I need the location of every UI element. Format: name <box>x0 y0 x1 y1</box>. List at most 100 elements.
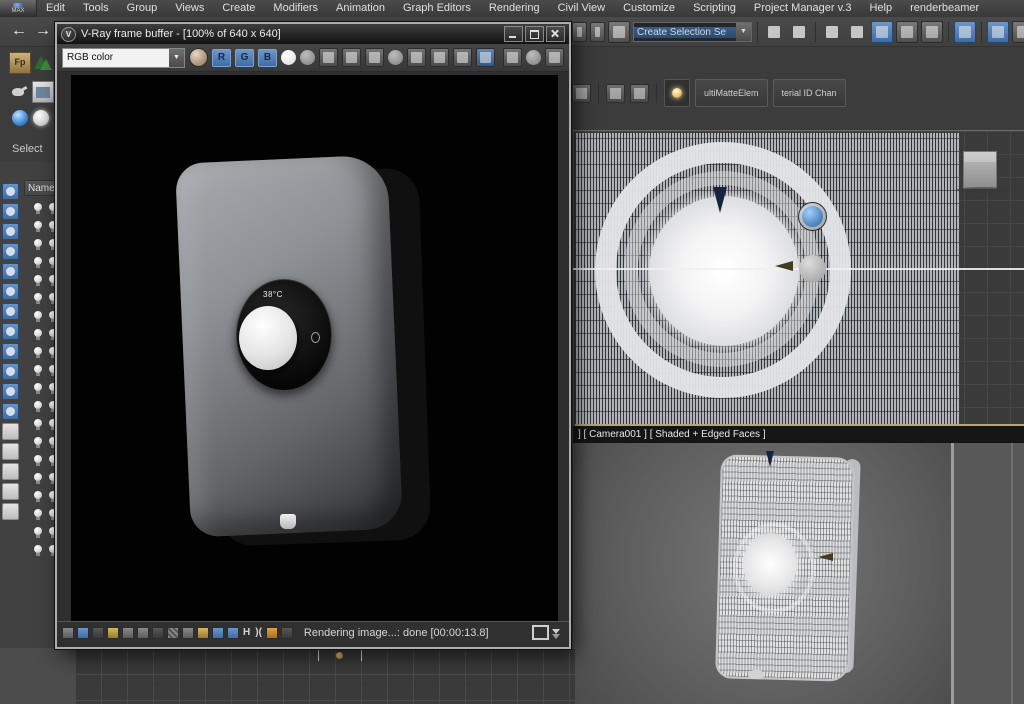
vfb-status-icon[interactable] <box>152 627 164 639</box>
light-target-arrow[interactable] <box>713 187 727 213</box>
viewport-splitter[interactable] <box>951 443 1024 704</box>
vfb-status-icon[interactable] <box>266 627 278 639</box>
minimize-button[interactable] <box>504 26 523 42</box>
max-application-button[interactable]: MAX <box>0 0 37 17</box>
close-button[interactable] <box>546 26 565 42</box>
display-filter-icon[interactable] <box>2 383 19 400</box>
red-channel-toggle[interactable]: R <box>212 49 231 67</box>
track-mouse-icon[interactable] <box>430 48 449 67</box>
display-filter-icon[interactable] <box>2 283 19 300</box>
save-image-icon[interactable] <box>319 48 338 67</box>
display-filter-icon[interactable] <box>2 323 19 340</box>
region-render-icon[interactable] <box>476 48 495 67</box>
display-filter-icon[interactable] <box>2 463 19 480</box>
maximize-button[interactable] <box>525 26 544 42</box>
bitmap-icon[interactable] <box>32 81 54 103</box>
viewport-top-view[interactable] <box>573 130 1024 427</box>
selection-set-dropdown[interactable]: Create Selection Se ▼ <box>633 22 752 42</box>
named-selection-sets-icon[interactable] <box>608 21 630 43</box>
render-teapot-icon[interactable] <box>545 48 564 67</box>
vray-k-icon[interactable] <box>388 50 403 65</box>
menu-item-project-manager-v3[interactable]: Project Manager v.3 <box>745 0 861 17</box>
expand-vfb-icon[interactable] <box>532 625 549 640</box>
copy-to-clipboard-icon[interactable] <box>365 48 384 67</box>
stop-render-icon[interactable] <box>526 50 541 65</box>
help-icon[interactable] <box>630 84 649 103</box>
vfb-status-icon[interactable] <box>227 627 239 639</box>
schematic-view-icon[interactable] <box>921 21 943 43</box>
display-filter-icon[interactable] <box>2 343 19 360</box>
menu-item-edit[interactable]: Edit <box>37 0 74 17</box>
redo-icon[interactable]: → <box>32 20 54 42</box>
white-light-icon[interactable] <box>33 110 49 126</box>
menu-item-renderbeamer[interactable]: renderbeamer <box>901 0 988 17</box>
menu-item-views[interactable]: Views <box>166 0 213 17</box>
display-filter-icon[interactable] <box>2 503 19 520</box>
vfb-title-bar[interactable]: V V-Ray frame buffer - [100% of 640 x 64… <box>57 24 569 44</box>
vfb-status-icon[interactable] <box>77 627 89 639</box>
graphite-modeling-icon[interactable] <box>846 21 868 43</box>
dropdown-arrow-icon[interactable]: ▼ <box>736 23 751 41</box>
select-link-icon[interactable] <box>572 22 587 42</box>
display-filter-icon[interactable] <box>2 263 19 280</box>
teapot-render-icon[interactable] <box>9 81 29 101</box>
menu-item-animation[interactable]: Animation <box>327 0 394 17</box>
multimatte-element-button[interactable]: ultiMatteElem <box>695 79 768 107</box>
material-sample-icon[interactable] <box>798 202 827 231</box>
vfb-status-icon[interactable] <box>137 627 149 639</box>
vfb-rendered-image[interactable]: 38°C <box>71 75 558 626</box>
vfb-status-icon[interactable] <box>167 627 179 639</box>
display-filter-icon[interactable] <box>2 243 19 260</box>
menu-item-modifiers[interactable]: Modifiers <box>264 0 327 17</box>
manage-layers-icon[interactable] <box>821 21 843 43</box>
menu-item-group[interactable]: Group <box>118 0 167 17</box>
compare-images-icon[interactable] <box>407 48 426 67</box>
vfb-status-icon[interactable] <box>92 627 104 639</box>
load-image-icon[interactable] <box>342 48 361 67</box>
render-last-icon[interactable] <box>453 48 472 67</box>
unlink-icon[interactable] <box>590 22 605 42</box>
display-filter-icon[interactable] <box>2 423 19 440</box>
viewport-bottom-grid[interactable] <box>75 648 575 704</box>
menu-item-rendering[interactable]: Rendering <box>480 0 549 17</box>
render-setup-icon[interactable] <box>954 21 976 43</box>
scene-explorer-icon[interactable] <box>871 21 893 43</box>
display-filter-icon[interactable] <box>2 443 19 460</box>
menu-item-create[interactable]: Create <box>213 0 264 17</box>
display-filter-icon[interactable] <box>2 223 19 240</box>
sphere-object[interactable] <box>799 255 826 282</box>
green-channel-toggle[interactable]: G <box>235 49 254 67</box>
vfb-status-icon[interactable] <box>281 627 293 639</box>
camera-direction-arrow[interactable] <box>775 261 793 271</box>
clone-options-icon[interactable] <box>572 84 591 103</box>
menu-item-graph-editors[interactable]: Graph Editors <box>394 0 480 17</box>
menu-item-civil-view[interactable]: Civil View <box>549 0 614 17</box>
menu-item-tools[interactable]: Tools <box>74 0 118 17</box>
dropdown-arrow-icon[interactable]: ▼ <box>169 49 184 67</box>
light-toggle-button[interactable] <box>664 79 690 107</box>
color-sphere-icon[interactable] <box>189 48 208 67</box>
menu-item-help[interactable]: Help <box>860 0 901 17</box>
undo-icon[interactable]: ← <box>8 20 30 42</box>
display-filter-icon[interactable] <box>2 483 19 500</box>
alpha-channel-icon[interactable] <box>300 50 315 65</box>
viewport-camera[interactable] <box>573 443 951 704</box>
vfb-status-icon[interactable] <box>107 627 119 639</box>
viewcube[interactable] <box>963 151 997 189</box>
menu-item-scripting[interactable]: Scripting <box>684 0 745 17</box>
vfb-status-icon[interactable] <box>212 627 224 639</box>
viewport-label-bar[interactable]: ] [ Camera001 ] [ Shaded + Edged Faces ] <box>573 426 1024 443</box>
collapse-chevron-icon[interactable] <box>552 627 564 639</box>
start-ipr-teapot-icon[interactable] <box>503 48 522 67</box>
trees-plugin-icon[interactable] <box>32 52 52 72</box>
vfb-status-icon[interactable]: H <box>242 627 251 639</box>
vfb-status-icon[interactable] <box>62 627 74 639</box>
channel-dropdown[interactable]: RGB color ▼ <box>62 48 185 68</box>
render-production-icon[interactable] <box>1012 21 1024 43</box>
align-icon[interactable] <box>788 21 810 43</box>
vfb-status-icon[interactable] <box>197 627 209 639</box>
battery-icon[interactable] <box>606 84 625 103</box>
curve-editor-icon[interactable] <box>896 21 918 43</box>
rendered-frame-window-icon[interactable] <box>987 21 1009 43</box>
mirror-icon[interactable] <box>763 21 785 43</box>
